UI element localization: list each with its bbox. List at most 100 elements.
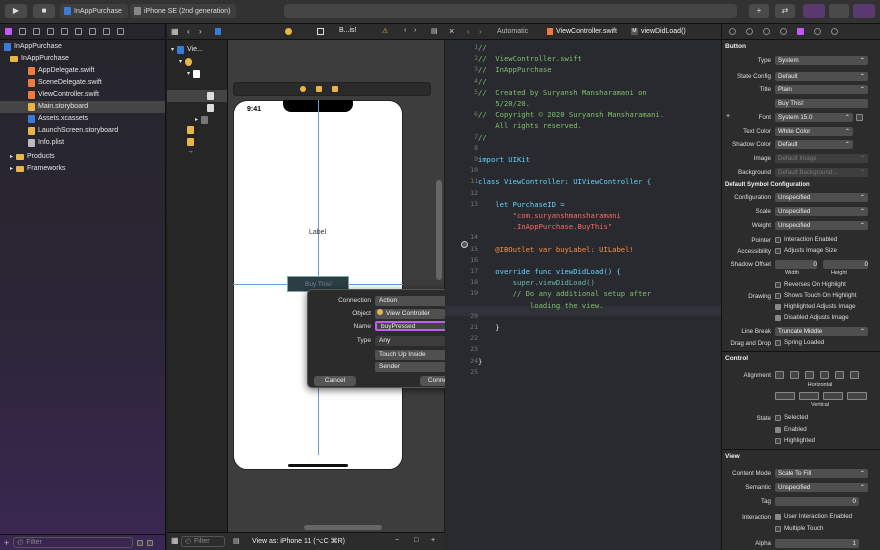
code-line[interactable]: //: [478, 43, 487, 52]
checkbox-icon[interactable]: [775, 292, 781, 299]
alignment-option-icon[interactable]: [775, 371, 784, 379]
forward-icon[interactable]: ›: [479, 27, 482, 36]
code-line[interactable]: All rights reserved.: [478, 121, 582, 130]
attributes-inspector-icon[interactable]: [797, 28, 804, 35]
weight-select[interactable]: Unspecified ⌃: [775, 221, 868, 230]
font-select[interactable]: System 15.0 ⌃: [775, 113, 853, 122]
source-control-icon[interactable]: [19, 28, 26, 35]
test-icon[interactable]: [75, 28, 82, 35]
vertical-alignment-icon[interactable]: [847, 392, 867, 400]
checkbox-icon[interactable]: [775, 236, 781, 243]
jump-mode[interactable]: Automatic: [497, 28, 528, 35]
exit-icon[interactable]: [332, 86, 338, 92]
semantic-select[interactable]: Unspecified ⌃: [775, 483, 868, 492]
vertical-scrollbar[interactable]: [436, 180, 442, 280]
checkbox-icon[interactable]: [775, 314, 781, 321]
checkbox-icon[interactable]: [775, 414, 781, 421]
shadow-width-field[interactable]: 0: [775, 260, 817, 269]
object-select[interactable]: View Controller: [375, 309, 445, 319]
zoom-out-icon[interactable]: −: [395, 537, 399, 544]
code-line[interactable]: 5/20/20.: [478, 99, 530, 108]
adjusts-image-size[interactable]: Adjusts Image Size: [775, 247, 837, 254]
code-line[interactable]: // Do any additional setup after: [478, 289, 651, 298]
state-selected[interactable]: Selected: [775, 414, 808, 421]
tree-item-project[interactable]: InAppPurchase: [4, 41, 62, 53]
toggle-navigator-button[interactable]: [803, 4, 825, 18]
folder-icon[interactable]: [5, 28, 12, 35]
checkbox-icon[interactable]: [775, 303, 781, 310]
scale-select[interactable]: Unspecified ⌃: [775, 207, 868, 216]
zoom-fit-icon[interactable]: □: [414, 537, 418, 544]
highlighted-adjusts[interactable]: Highlighted Adjusts Image: [775, 303, 856, 310]
tree-item-file[interactable]: LaunchScreen.storyboard: [28, 125, 118, 137]
identity-inspector-icon[interactable]: [780, 28, 787, 35]
related-items-icon[interactable]: ▦: [171, 27, 179, 36]
outline-item[interactable]: ▾: [179, 56, 193, 68]
shadow-height-field[interactable]: 0: [823, 260, 868, 269]
code-line[interactable]: import UIKit: [478, 155, 530, 164]
alignment-option-icon[interactable]: [820, 371, 829, 379]
project-icon[interactable]: [215, 28, 221, 35]
source-control-filter-icon[interactable]: [147, 539, 154, 546]
checkbox-icon[interactable]: [775, 339, 781, 346]
outline-item[interactable]: [187, 124, 194, 136]
size-inspector-icon[interactable]: [814, 28, 821, 35]
code-line[interactable]: .InAppPurchase.BuyThis": [478, 222, 613, 231]
content-mode-select[interactable]: Scale To Fill ⌃: [775, 469, 868, 478]
toggle-debug-button[interactable]: [829, 4, 849, 18]
text-color-select[interactable]: White Color ⌃: [775, 127, 853, 136]
tree-item-folder[interactable]: ▸ Frameworks: [10, 163, 66, 175]
configuration-select[interactable]: Unspecified ⌃: [775, 193, 868, 202]
recent-files-icon[interactable]: [137, 539, 144, 546]
spring-loaded[interactable]: Spring Loaded: [775, 339, 824, 346]
tree-item-file[interactable]: Assets.xcassets: [28, 113, 88, 125]
find-icon[interactable]: [47, 28, 54, 35]
title-select[interactable]: Plain ⌃: [775, 85, 868, 94]
user-interaction-enabled[interactable]: User Interaction Enabled: [775, 513, 852, 520]
stop-button[interactable]: ■: [33, 4, 55, 18]
view-as-label[interactable]: View as: iPhone 11 (⌥C ⌘R): [252, 537, 345, 545]
code-line[interactable]: // InAppPurchase: [478, 65, 552, 74]
issue-icon[interactable]: [61, 28, 68, 35]
tree-item-file[interactable]: Info.plist: [28, 137, 64, 149]
forward-icon[interactable]: ›: [199, 27, 202, 36]
disabled-adjusts[interactable]: Disabled Adjusts Image: [775, 314, 849, 321]
quick-help-icon[interactable]: [763, 28, 770, 35]
code-review-button[interactable]: ⇄: [775, 4, 795, 18]
file-inspector-icon[interactable]: [729, 28, 736, 35]
next-issue-icon[interactable]: ›: [414, 27, 416, 34]
outlet-connection-icon[interactable]: [461, 241, 468, 248]
checkbox-icon[interactable]: [775, 513, 781, 520]
tree-item-file[interactable]: AppDelegate.swift: [28, 65, 94, 77]
history-icon[interactable]: [746, 28, 753, 35]
device-selector[interactable]: iPhone SE (2nd generation): [130, 4, 236, 18]
back-icon[interactable]: ‹: [467, 27, 470, 36]
vertical-alignment-icon[interactable]: [799, 392, 819, 400]
code-line[interactable]: // ViewController.swift: [478, 54, 582, 63]
alignment-option-icon[interactable]: [850, 371, 859, 379]
prev-issue-icon[interactable]: ‹: [404, 27, 406, 34]
add-icon[interactable]: +: [4, 538, 9, 548]
label-element[interactable]: Label: [309, 229, 326, 236]
alpha-field[interactable]: 1: [775, 539, 859, 548]
debug-icon[interactable]: [89, 28, 96, 35]
font-picker-icon[interactable]: [856, 114, 863, 121]
view-icon[interactable]: [317, 28, 324, 35]
code-line[interactable]: //: [478, 133, 487, 142]
library-button[interactable]: +: [749, 4, 769, 18]
code-line[interactable]: }: [478, 323, 499, 332]
checkbox-icon[interactable]: [775, 281, 781, 288]
reverses-on-highlight[interactable]: Reverses On Highlight: [775, 281, 846, 288]
alignment-option-icon[interactable]: [790, 371, 799, 379]
type-select[interactable]: System ⌃: [775, 56, 868, 65]
tree-item-file[interactable]: ViewController.swift: [28, 89, 99, 101]
background-select[interactable]: Default Background... ⌃: [775, 168, 868, 177]
outline-item[interactable]: ▸: [195, 114, 209, 126]
scheme-selector[interactable]: InAppPurchase: [60, 4, 128, 18]
checkbox-icon[interactable]: [775, 247, 781, 254]
navigator-filter-input[interactable]: ◴ Filter: [13, 537, 134, 548]
symbol-icon[interactable]: [33, 28, 40, 35]
state-config-select[interactable]: Default ⌃: [775, 72, 868, 81]
code-line[interactable]: // Copyright © 2020 Suryansh Mansharaman…: [478, 110, 664, 119]
code-line[interactable]: override func viewDidLoad() {: [478, 267, 621, 276]
